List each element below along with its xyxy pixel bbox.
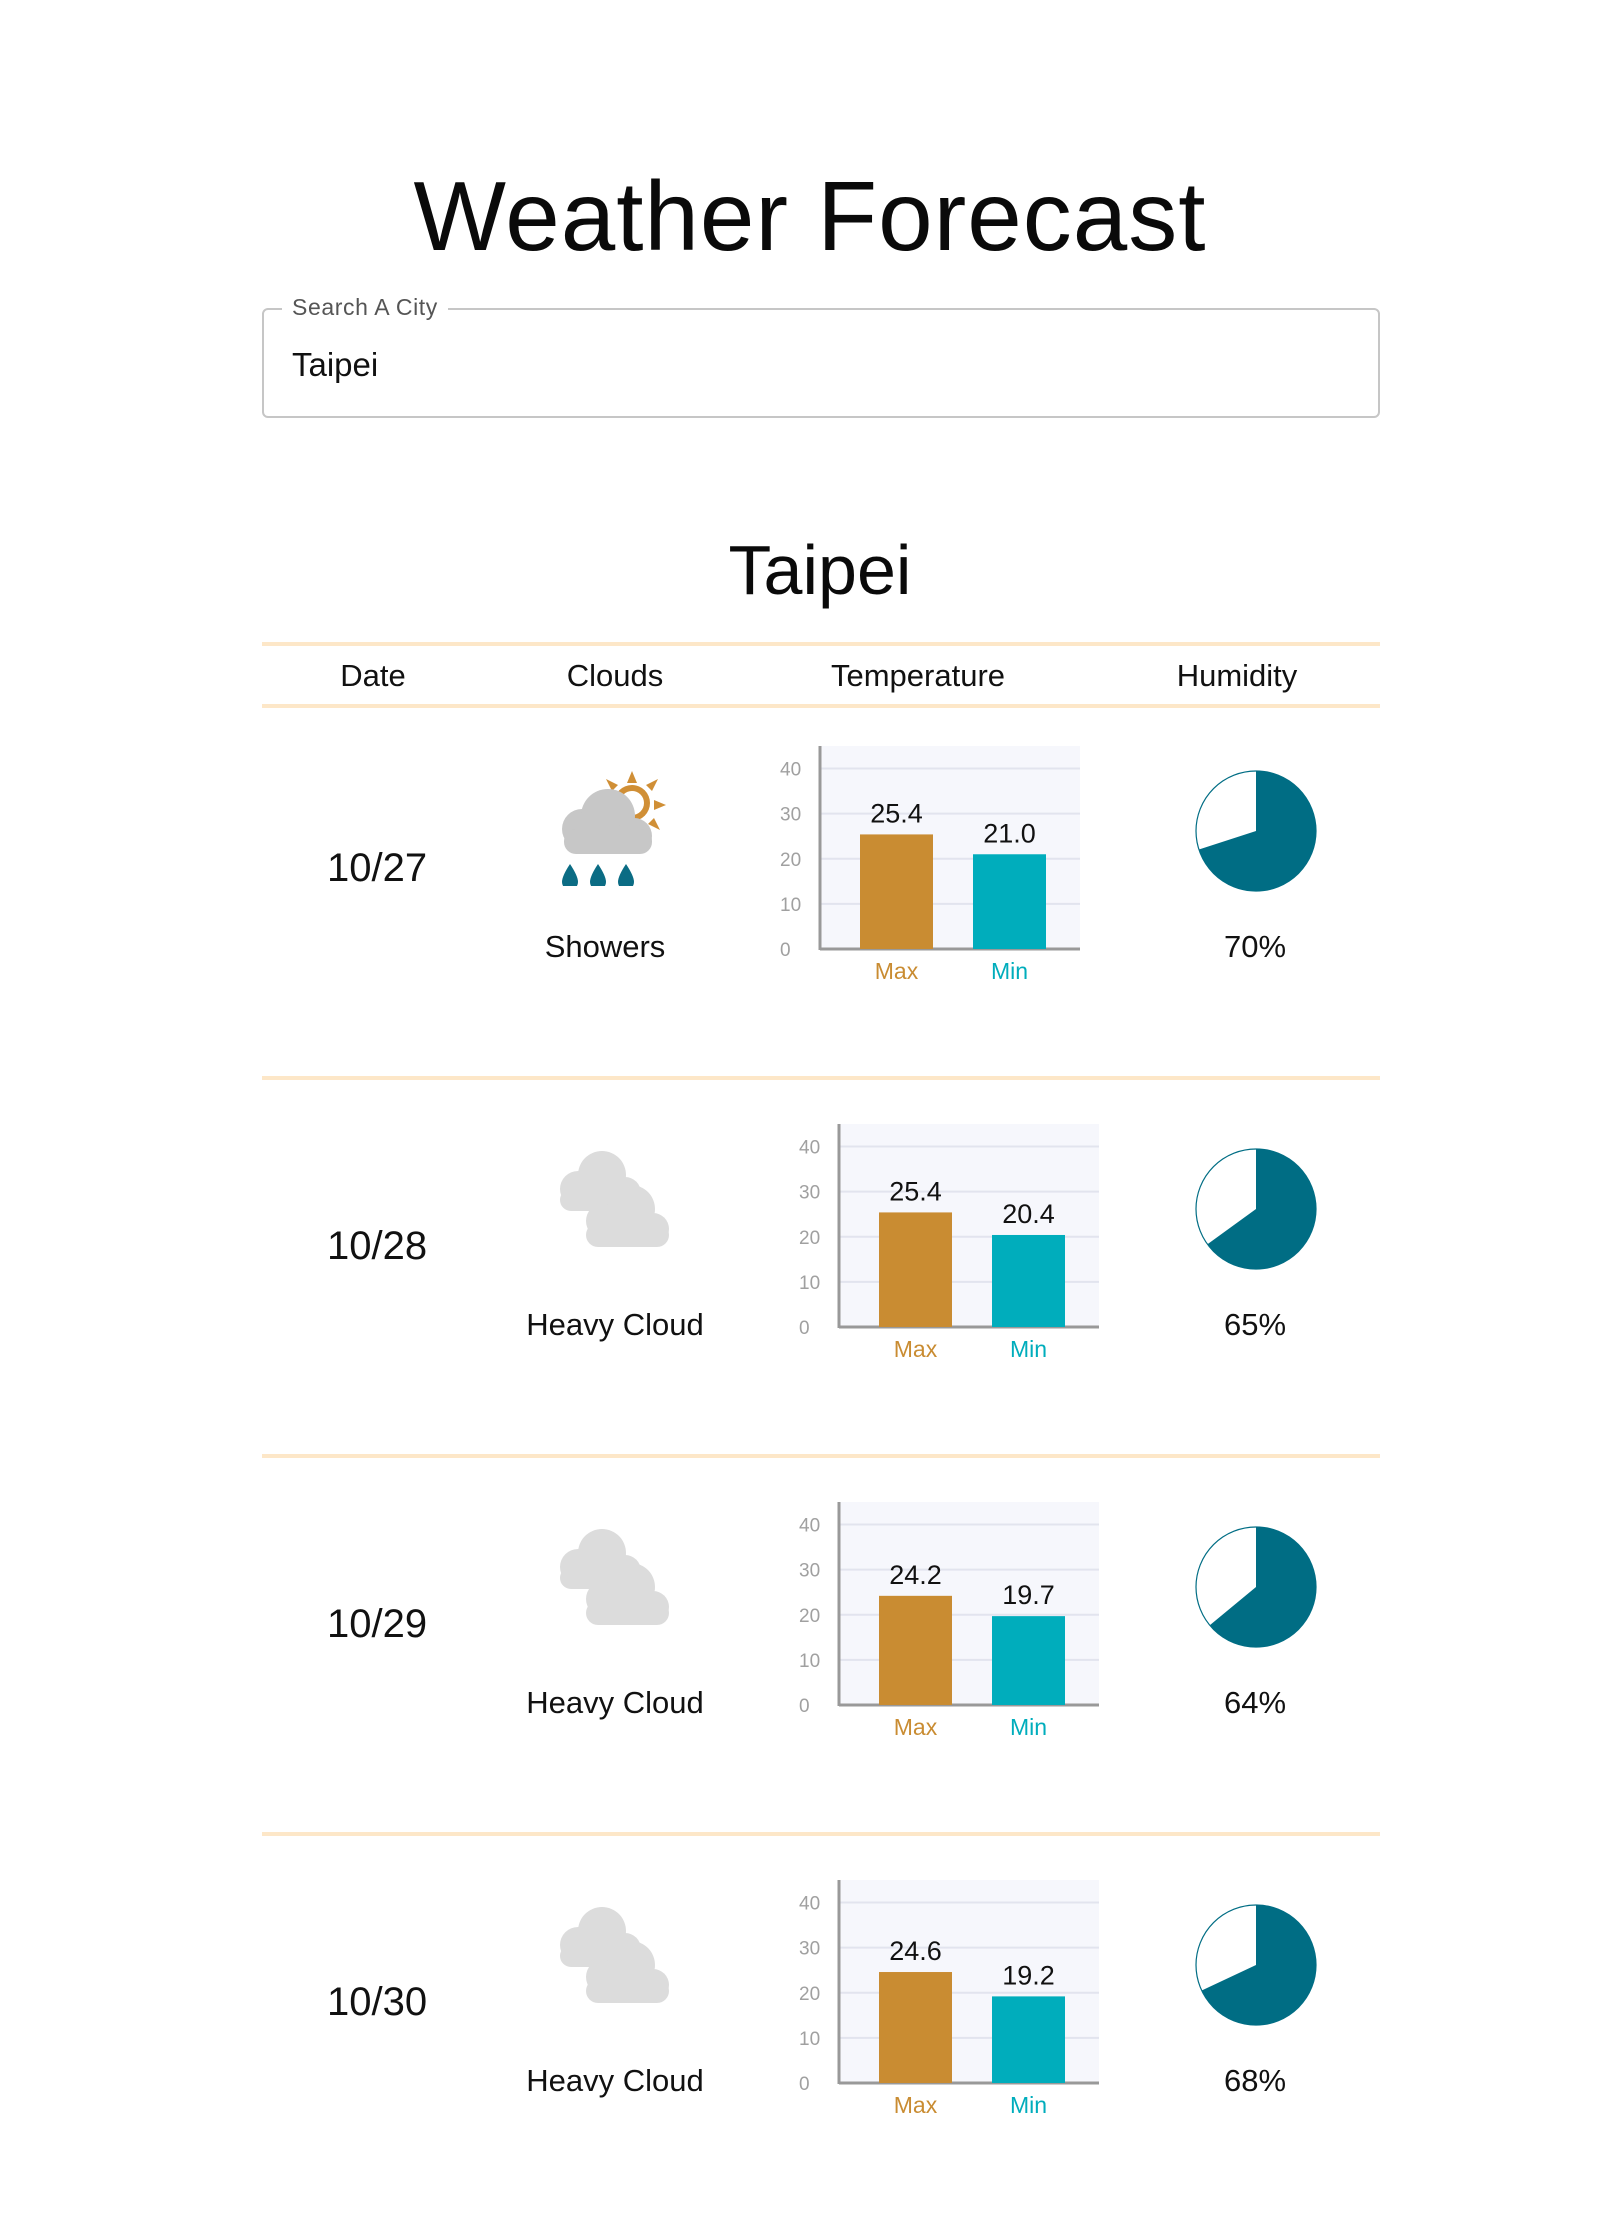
heavy-cloud-icon — [551, 1139, 691, 1264]
city-heading: Taipei — [728, 531, 912, 609]
forecast-row: 10/27 Showers 0 10 20 30 40 25.4 Max 21.… — [0, 706, 1620, 1084]
search-label: Search A City — [282, 294, 448, 321]
search-input[interactable] — [290, 342, 1334, 388]
forecast-date: 10/28 — [327, 1224, 428, 1268]
heavy-cloud-icon — [551, 1517, 691, 1642]
y-tick-label: 40 — [799, 1516, 820, 1537]
forecast-row: 10/28 Heavy Cloud 0 10 20 30 40 25.4 Max 20.4 Mi… — [0, 1084, 1620, 1462]
x-category-label: Min — [1010, 2092, 1047, 2118]
y-tick-label: 10 — [799, 2029, 820, 2050]
bar-value-label: 21.0 — [983, 818, 1036, 848]
header-temperature: Temperature — [830, 658, 1006, 693]
humidity-value: 64% — [1223, 1685, 1287, 1720]
y-tick-label: 0 — [799, 2074, 810, 2095]
y-tick-label: 40 — [799, 1138, 820, 1159]
y-tick-label: 30 — [799, 1561, 820, 1582]
y-tick-label: 30 — [780, 805, 801, 826]
forecast-date: 10/30 — [327, 1980, 428, 2024]
temperature-chart: 0 10 20 30 40 25.4 Max 21.0 Min — [780, 746, 1080, 984]
forecast-date: 10/27 — [327, 846, 428, 890]
y-tick-label: 20 — [799, 1984, 820, 2005]
temperature-chart: 0 10 20 30 40 24.6 Max 19.2 Min — [799, 1880, 1099, 2118]
temperature-bar — [992, 1234, 1065, 1327]
bar-value-label: 20.4 — [1002, 1199, 1055, 1229]
bar-value-label: 24.6 — [889, 1936, 942, 1966]
y-tick-label: 10 — [799, 1651, 820, 1672]
bar-value-label: 24.2 — [889, 1560, 942, 1590]
condition-label: Heavy Cloud — [526, 1307, 704, 1342]
y-tick-label: 10 — [799, 1273, 820, 1294]
y-tick-label: 40 — [780, 760, 801, 781]
forecast-row: 10/29 Heavy Cloud 0 10 20 30 40 24.2 Max 19.7 Mi… — [0, 1462, 1620, 1840]
bar-value-label: 25.4 — [889, 1176, 942, 1206]
temperature-chart: 0 10 20 30 40 24.2 Max 19.7 Min — [799, 1502, 1099, 1740]
temperature-bar — [992, 1996, 1065, 2083]
row-divider — [262, 1832, 1380, 1836]
row-divider — [262, 1076, 1380, 1080]
x-category-label: Max — [894, 1714, 938, 1740]
x-category-label: Max — [875, 958, 919, 984]
temperature-bar — [879, 1972, 952, 2083]
bar-value-label: 25.4 — [870, 798, 923, 828]
y-tick-label: 0 — [780, 940, 791, 961]
bar-value-label: 19.7 — [1002, 1580, 1055, 1610]
header-clouds: Clouds — [566, 658, 664, 693]
y-tick-label: 20 — [799, 1606, 820, 1627]
humidity-value: 70% — [1223, 929, 1287, 964]
condition-label: Heavy Cloud — [526, 2063, 704, 2098]
x-category-label: Min — [1010, 1714, 1047, 1740]
x-category-label: Max — [894, 1336, 938, 1362]
temperature-chart: 0 10 20 30 40 25.4 Max 20.4 Min — [799, 1124, 1099, 1362]
x-category-label: Min — [991, 958, 1028, 984]
humidity-pie — [1195, 1526, 1317, 1648]
search-field[interactable]: Search A City — [262, 294, 1380, 418]
y-tick-label: 40 — [799, 1894, 820, 1915]
temperature-bar — [879, 1212, 952, 1327]
humidity-pie — [1195, 770, 1317, 892]
humidity-pie — [1195, 1904, 1317, 2026]
bar-value-label: 19.2 — [1002, 1960, 1055, 1990]
temperature-bar — [992, 1616, 1065, 1705]
row-divider — [262, 1454, 1380, 1458]
condition-label: Showers — [544, 929, 666, 964]
temperature-bar — [973, 854, 1046, 949]
temperature-bar — [860, 834, 933, 949]
rain-showers-sun-icon — [538, 761, 678, 890]
x-category-label: Max — [894, 2092, 938, 2118]
y-tick-label: 0 — [799, 1696, 810, 1717]
forecast-row: 10/30 Heavy Cloud 0 10 20 30 40 24.6 Max 19.2 Mi… — [0, 1840, 1620, 2218]
y-tick-label: 30 — [799, 1939, 820, 1960]
heavy-cloud-icon — [551, 1895, 691, 2020]
forecast-date: 10/29 — [327, 1602, 428, 1646]
table-header-top-rule — [262, 642, 1380, 646]
humidity-value: 68% — [1223, 2063, 1287, 2098]
y-tick-label: 10 — [780, 895, 801, 916]
header-humidity: Humidity — [1176, 658, 1298, 693]
humidity-pie — [1195, 1148, 1317, 1270]
page-title: Weather Forecast — [413, 161, 1207, 271]
y-tick-label: 20 — [780, 850, 801, 871]
y-tick-label: 0 — [799, 1318, 810, 1339]
y-tick-label: 30 — [799, 1183, 820, 1204]
humidity-value: 65% — [1223, 1307, 1287, 1342]
x-category-label: Min — [1010, 1336, 1047, 1362]
y-tick-label: 20 — [799, 1228, 820, 1249]
condition-label: Heavy Cloud — [526, 1685, 704, 1720]
temperature-bar — [879, 1595, 952, 1705]
